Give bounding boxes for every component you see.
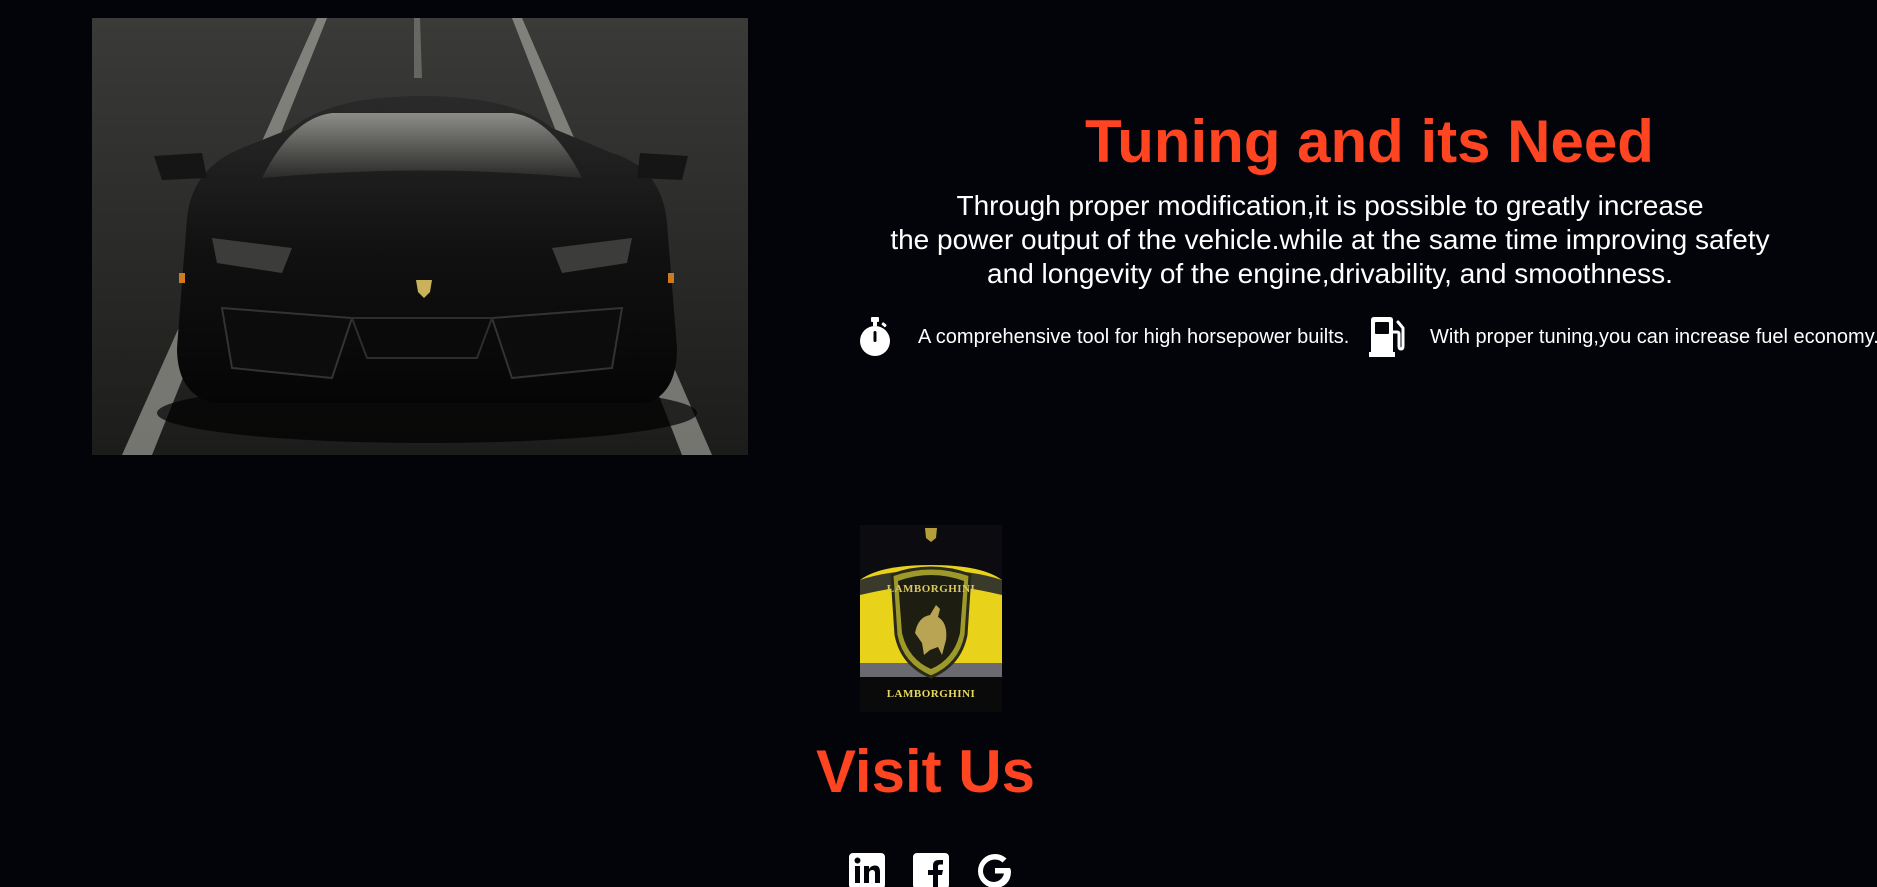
tuning-description-line: and longevity of the engine,drivability,…	[987, 258, 1673, 289]
feature-horsepower: A comprehensive tool for high horsepower…	[856, 316, 1349, 358]
social-links	[848, 852, 1014, 887]
logo-shield-text: LAMBORGHINI	[886, 583, 976, 595]
fuel-pump-icon	[1368, 316, 1406, 358]
facebook-icon	[913, 853, 949, 887]
tuning-description-line: Through proper modification,it is possib…	[956, 190, 1704, 221]
stopwatch-icon	[856, 316, 894, 358]
logo-brand-text: LAMBORGHINI	[886, 688, 976, 700]
visit-us-title: Visit Us	[816, 738, 1035, 805]
feature-fuel-economy-text: With proper tuning,you can increase fuel…	[1430, 325, 1877, 348]
feature-fuel-economy: With proper tuning,you can increase fuel…	[1368, 316, 1877, 358]
page: Tuning and its Need Through proper modif…	[0, 0, 1877, 887]
google-link[interactable]	[976, 852, 1014, 887]
tuning-title: Tuning and its Need	[1085, 108, 1654, 175]
google-icon	[978, 854, 1011, 887]
linkedin-icon	[849, 853, 885, 887]
hero-car-image	[92, 18, 748, 455]
lamborghini-logo-image: LAMBORGHINI LAMBORGHINI	[860, 525, 1002, 712]
linkedin-link[interactable]	[848, 852, 886, 887]
tuning-description-line: the power output of the vehicle.while at…	[890, 224, 1770, 255]
facebook-link[interactable]	[912, 852, 950, 887]
feature-horsepower-text: A comprehensive tool for high horsepower…	[918, 325, 1350, 348]
tuning-description: Through proper modification,it is possib…	[840, 189, 1820, 291]
